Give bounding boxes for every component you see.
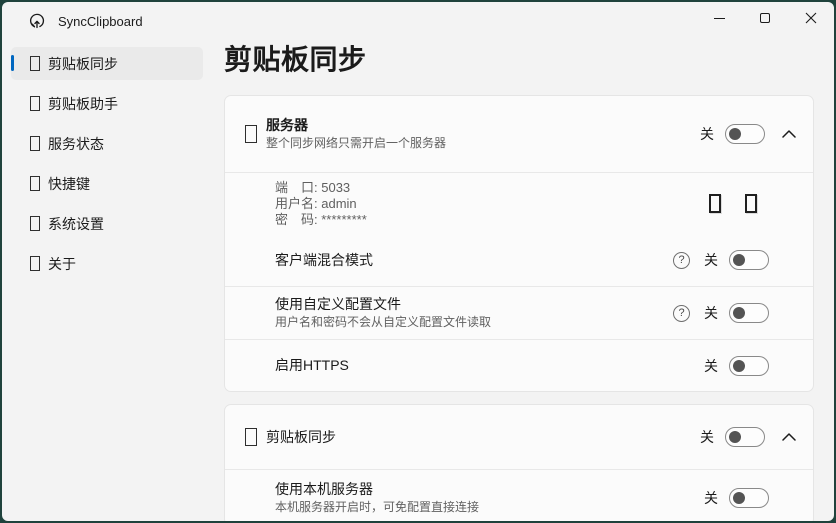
toggle-state-label: 关 (704, 488, 718, 508)
clipboard-sync-icon (245, 428, 257, 446)
clipboard-assistant-icon (30, 96, 40, 111)
client-mixed-mode-toggle[interactable] (729, 250, 769, 270)
maximize-button[interactable] (742, 2, 788, 34)
help-icon[interactable]: ? (673, 252, 690, 269)
clipboard-sync-toggle-state-label: 关 (700, 427, 714, 447)
sidebar-item-clipboard-assistant[interactable]: 剪贴板助手 (11, 87, 203, 120)
toggle-state-label: 关 (704, 303, 718, 323)
custom-config-row: 使用自定义配置文件 用户名和密码不会从自定义配置文件读取 ? 关 (225, 286, 813, 339)
sidebar-item-label: 剪贴板同步 (48, 54, 118, 74)
sidebar-item-label: 剪贴板助手 (48, 94, 118, 114)
clipboard-sync-title: 剪贴板同步 (266, 428, 336, 447)
client-mixed-mode-row: 客户端混合模式 ? 关 (225, 234, 813, 286)
titlebar: SyncClipboard (2, 2, 834, 40)
app-logo-sync-icon (28, 12, 46, 30)
clipboard-sync-collapse-button[interactable] (781, 429, 797, 445)
main-content: 剪贴板同步 服务器 整个同步网络只需开启一个服务器 关 (212, 40, 834, 521)
sidebar-item-service-status[interactable]: 服务状态 (11, 127, 203, 160)
toggle-knob (729, 128, 741, 140)
password-value: ********* (321, 212, 367, 227)
edit-icon[interactable] (745, 194, 757, 213)
port-label: 端 口: (275, 180, 321, 195)
copy-icon[interactable] (709, 194, 721, 213)
spacer (769, 313, 797, 314)
minimize-button[interactable] (696, 2, 742, 34)
clipboard-sync-header-row: 剪贴板同步 关 (225, 405, 813, 469)
toggle-knob (733, 492, 745, 504)
toggle-state-label: 关 (704, 356, 718, 376)
toggle-knob (733, 254, 745, 266)
selected-indicator (11, 55, 14, 71)
port-line: 端 口: 5033 (275, 180, 367, 196)
enable-https-label: 启用HTTPS (275, 356, 349, 375)
server-collapse-button[interactable] (781, 126, 797, 142)
sidebar-item-about[interactable]: 关于 (11, 247, 203, 280)
about-icon (30, 256, 40, 271)
server-title: 服务器 (266, 116, 446, 135)
server-subtitle: 整个同步网络只需开启一个服务器 (266, 135, 446, 152)
sidebar: 剪贴板同步 剪贴板助手 服务状态 快捷键 系统设置 (2, 40, 212, 521)
client-mixed-mode-label: 客户端混合模式 (275, 251, 373, 270)
clipboard-sync-card: 剪贴板同步 关 (224, 404, 814, 521)
close-button[interactable] (788, 2, 834, 34)
enable-https-row: 启用HTTPS 关 (225, 339, 813, 391)
chevron-up-icon (782, 433, 796, 441)
minimize-icon (714, 18, 725, 19)
password-label: 密 码: (275, 212, 321, 227)
page-title: 剪贴板同步 (224, 42, 814, 78)
server-icon (245, 125, 257, 143)
sidebar-item-label: 快捷键 (48, 174, 90, 194)
sidebar-item-clipboard-sync[interactable]: 剪贴板同步 (11, 47, 203, 80)
sidebar-item-system-settings[interactable]: 系统设置 (11, 207, 203, 240)
toggle-state-label: 关 (704, 250, 718, 270)
sidebar-item-label: 系统设置 (48, 214, 104, 234)
password-line: 密 码: ********* (275, 212, 367, 228)
close-icon (805, 12, 817, 24)
server-header-row: 服务器 整个同步网络只需开启一个服务器 关 (225, 96, 813, 172)
server-toggle-switch[interactable] (725, 124, 765, 144)
clipboard-sync-icon (30, 56, 40, 71)
username-value: admin (321, 196, 356, 211)
server-settings-card: 服务器 整个同步网络只需开启一个服务器 关 (224, 95, 814, 392)
spacer (769, 260, 797, 261)
chevron-up-icon (782, 130, 796, 138)
spacer (769, 497, 797, 498)
sidebar-item-hotkeys[interactable]: 快捷键 (11, 167, 203, 200)
toggle-knob (733, 360, 745, 372)
sidebar-item-label: 关于 (48, 254, 76, 274)
custom-config-subtitle: 用户名和密码不会从自定义配置文件读取 (275, 314, 491, 331)
toggle-knob (733, 307, 745, 319)
server-connection-info: 端 口: 5033 用户名: admin 密 码: ********* (275, 180, 367, 228)
use-local-server-toggle[interactable] (729, 488, 769, 508)
custom-config-toggle[interactable] (729, 303, 769, 323)
toggle-knob (729, 431, 741, 443)
window-controls (696, 2, 834, 34)
use-local-server-subtitle: 本机服务器开启时，可免配置直接连接 (275, 499, 479, 516)
use-local-server-row: 使用本机服务器 本机服务器开启时，可免配置直接连接 关 (225, 469, 813, 521)
custom-config-label: 使用自定义配置文件 (275, 295, 491, 314)
username-label: 用户名: (275, 196, 321, 211)
app-title: SyncClipboard (58, 14, 143, 29)
app-window: SyncClipboard 剪贴板同步 (0, 0, 836, 523)
service-status-icon (30, 136, 40, 151)
spacer (769, 365, 797, 366)
maximize-icon (760, 13, 770, 23)
use-local-server-label: 使用本机服务器 (275, 480, 479, 499)
hotkey-icon (30, 176, 40, 191)
username-line: 用户名: admin (275, 196, 367, 212)
server-connection-info-row: 端 口: 5033 用户名: admin 密 码: ********* (225, 172, 813, 234)
clipboard-sync-toggle-switch[interactable] (725, 427, 765, 447)
help-icon[interactable]: ? (673, 305, 690, 322)
sidebar-item-label: 服务状态 (48, 134, 104, 154)
port-value: 5033 (321, 180, 350, 195)
enable-https-toggle[interactable] (729, 356, 769, 376)
server-toggle-state-label: 关 (700, 124, 714, 144)
system-settings-icon (30, 216, 40, 231)
